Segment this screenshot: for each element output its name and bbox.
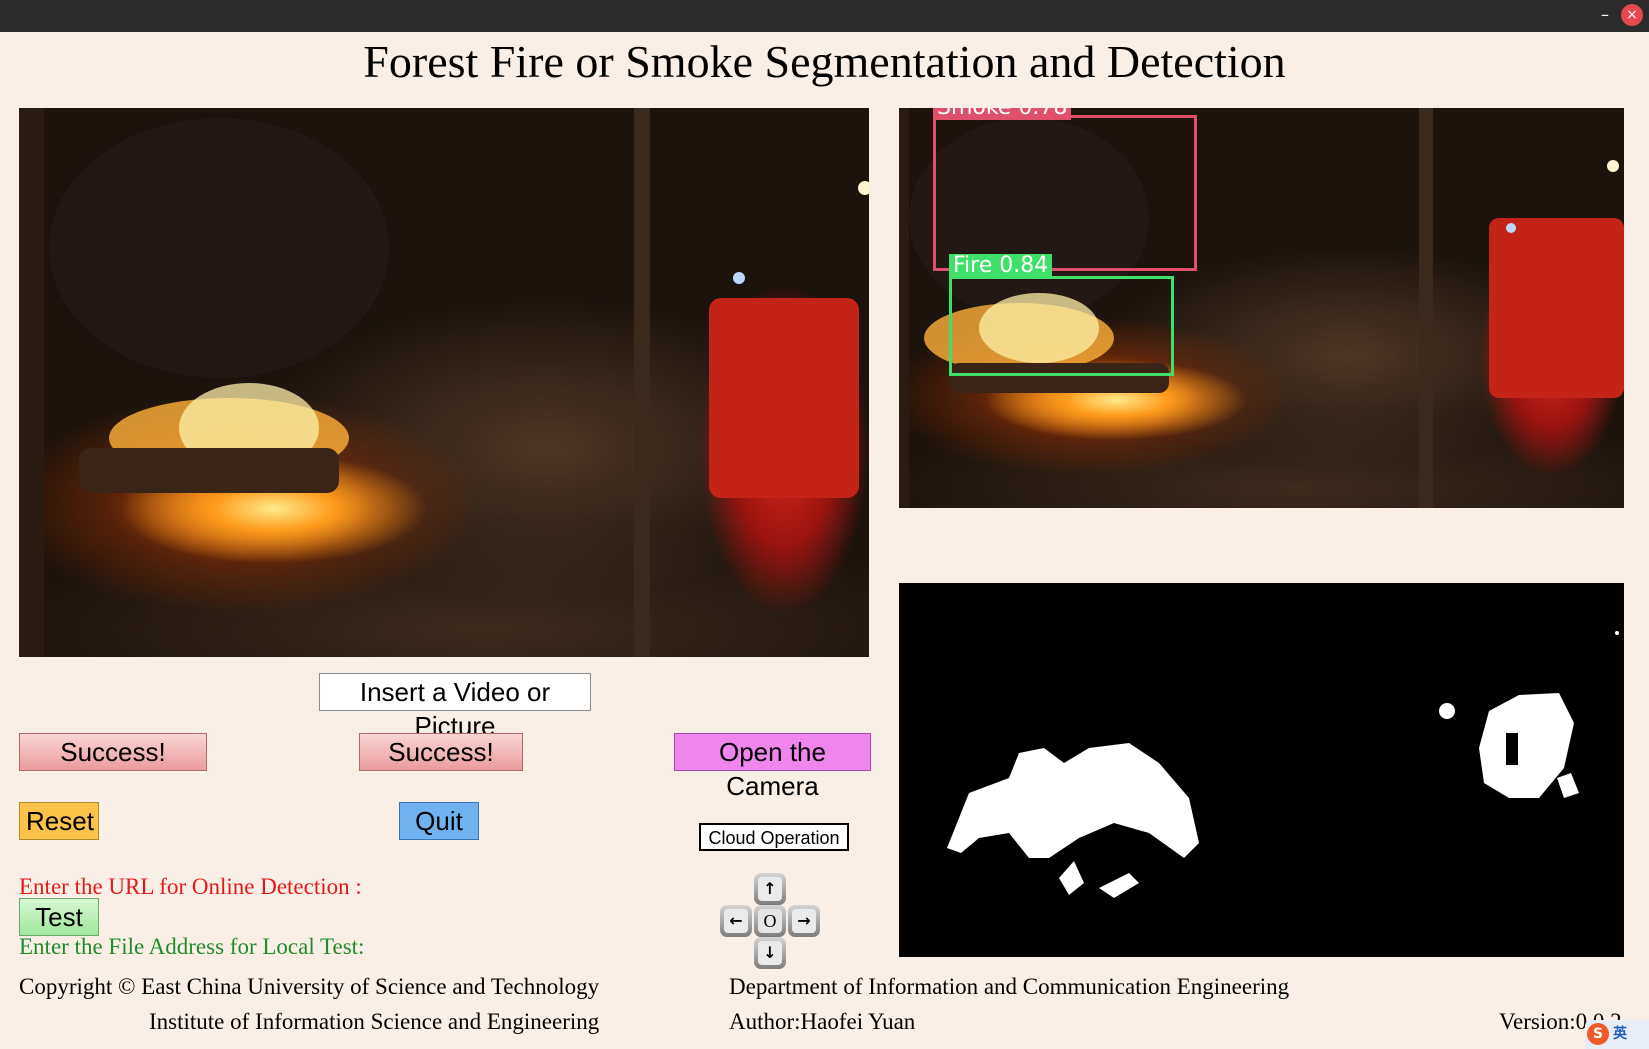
smoke-bounding-box — [933, 115, 1197, 271]
insert-media-button[interactable]: Insert a Video or Picture — [319, 673, 591, 741]
author-text: Author:Haofei Yuan — [729, 1009, 916, 1034]
close-button[interactable]: × — [1621, 4, 1643, 26]
fire-bounding-box — [949, 276, 1174, 376]
ime-indicator[interactable]: S 英 — [1585, 1020, 1649, 1049]
app-title: Forest Fire or Smoke Segmentation and De… — [363, 36, 1286, 87]
smoke-detection-label: Smoke 0.78 — [933, 108, 1072, 120]
success-button-2[interactable]: Success! — [359, 733, 523, 771]
arrow-right-icon: → — [792, 909, 816, 933]
reset-button[interactable]: Reset — [19, 802, 99, 840]
ime-language-label: 英 — [1613, 1026, 1627, 1042]
fire-detection-label: Fire 0.84 — [949, 254, 1053, 278]
segmentation-mask-image — [947, 631, 1619, 898]
institute-text: Institute of Information Science and Eng… — [149, 1009, 600, 1034]
ime-logo-icon: S — [1587, 1023, 1609, 1045]
dpad-right-button[interactable]: → — [788, 905, 820, 937]
detection-result-panel: Smoke 0.78 Fire 0.84 — [899, 108, 1624, 508]
test-button[interactable]: Test — [19, 898, 99, 936]
window-titlebar: – × — [0, 0, 1649, 32]
url-detection-label: Enter the URL for Online Detection : — [19, 874, 362, 899]
dpad-center-button[interactable]: O — [754, 905, 786, 937]
dpad-left-button[interactable]: ← — [720, 905, 752, 937]
success-button-1[interactable]: Success! — [19, 733, 207, 771]
cloud-operation-button[interactable]: Cloud Operation — [699, 823, 849, 851]
copyright-text: Copyright © East China University of Sci… — [19, 974, 600, 999]
local-file-label: Enter the File Address for Local Test: — [19, 934, 365, 959]
arrow-up-icon: ↑ — [758, 877, 782, 901]
segmentation-mask-panel — [899, 583, 1624, 957]
dpad-center-label: O — [758, 909, 782, 933]
minimize-button[interactable]: – — [1601, 6, 1609, 24]
dpad-up-button[interactable]: ↑ — [754, 873, 786, 905]
quit-button[interactable]: Quit — [399, 802, 479, 840]
department-text: Department of Information and Communicat… — [729, 974, 1290, 999]
input-image-panel — [19, 108, 869, 657]
open-camera-button[interactable]: Open the Camera — [674, 733, 871, 801]
input-image — [19, 108, 869, 657]
arrow-down-icon: ↓ — [758, 941, 782, 965]
arrow-left-icon: ← — [724, 909, 748, 933]
dpad-down-button[interactable]: ↓ — [754, 937, 786, 969]
